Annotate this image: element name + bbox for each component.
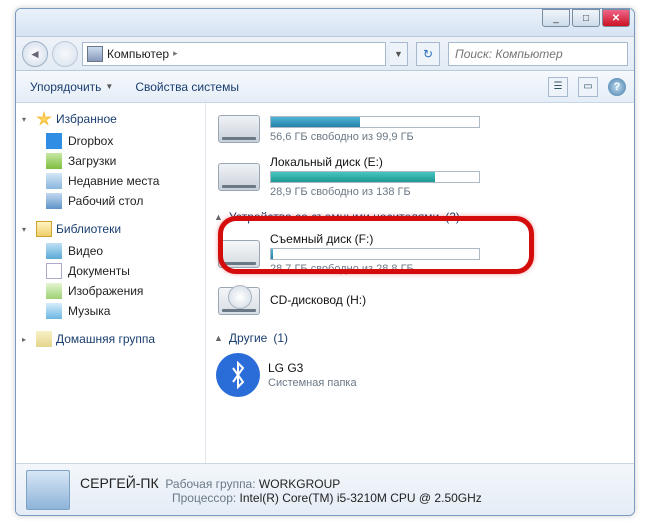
- sidebar-item-desktop[interactable]: Рабочий стол: [20, 191, 201, 211]
- drive-name: Локальный диск (E:): [270, 155, 624, 169]
- group-label: Устройства со съемными носителями: [229, 210, 439, 224]
- favorites-label: Избранное: [56, 112, 117, 126]
- titlebar: _ □ ✕: [16, 9, 634, 37]
- sidebar-item-documents[interactable]: Документы: [20, 261, 201, 281]
- sidebar-item-label: Dropbox: [68, 134, 113, 148]
- device-name: LG G3: [268, 361, 624, 375]
- documents-icon: [46, 263, 62, 279]
- sidebar-item-images[interactable]: Изображения: [20, 281, 201, 301]
- video-icon: [46, 243, 62, 259]
- content-pane[interactable]: 56,6 ГБ свободно из 99,9 ГБ Локальный ди…: [206, 103, 634, 463]
- collapse-icon: ▲: [214, 333, 223, 343]
- organize-button[interactable]: Упорядочить ▼: [24, 78, 119, 96]
- drive-item[interactable]: 56,6 ГБ свободно из 99,9 ГБ: [214, 107, 626, 151]
- status-title: СЕРГЕЙ-ПК: [80, 475, 159, 491]
- collapse-icon: ▾: [22, 225, 32, 234]
- explorer-window: _ □ ✕ ◄ Компьютер ▸ ▼ ↻ Упорядочить ▼ Св…: [15, 8, 635, 516]
- homegroup-header[interactable]: ▸ Домашняя группа: [20, 329, 201, 351]
- expand-icon: ▸: [22, 335, 32, 344]
- search-input[interactable]: [448, 42, 628, 66]
- group-label: Другие: [229, 331, 267, 345]
- workgroup-label: Рабочая группа:: [165, 477, 255, 491]
- breadcrumb-sep-icon: ▸: [173, 48, 178, 59]
- hdd-icon: [216, 159, 262, 195]
- drive-free-text: 28,7 ГБ свободно из 28,8 ГБ: [270, 263, 624, 275]
- preview-pane-button[interactable]: ▭: [578, 77, 598, 97]
- organize-label: Упорядочить: [30, 80, 101, 94]
- bluetooth-icon: [216, 353, 260, 397]
- back-button[interactable]: ◄: [22, 41, 48, 67]
- chevron-down-icon: ▼: [105, 82, 113, 91]
- cpu-value: Intel(R) Core(TM) i5-3210M CPU @ 2.50GHz: [240, 491, 482, 505]
- desktop-icon: [46, 193, 62, 209]
- cd-drive-icon: [216, 283, 262, 319]
- dropbox-icon: [46, 133, 62, 149]
- minimize-button[interactable]: _: [542, 9, 570, 27]
- address-dropdown-button[interactable]: ▼: [390, 42, 408, 66]
- libraries-label: Библиотеки: [56, 222, 121, 236]
- cpu-label: Процессор:: [172, 491, 236, 505]
- sidebar-item-dropbox[interactable]: Dropbox: [20, 131, 201, 151]
- device-item-lg-g3[interactable]: LG G3 Системная папка: [214, 349, 626, 401]
- close-button[interactable]: ✕: [602, 9, 630, 27]
- downloads-icon: [46, 153, 62, 169]
- device-subtitle: Системная папка: [268, 377, 624, 389]
- sidebar-item-label: Загрузки: [68, 154, 116, 168]
- star-icon: [36, 111, 52, 127]
- music-icon: [46, 303, 62, 319]
- group-other[interactable]: ▲ Другие (1): [214, 323, 626, 349]
- computer-thumb-icon: [26, 470, 70, 510]
- drive-item-cd[interactable]: CD-дисковод (H:): [214, 279, 626, 323]
- group-count: (2): [445, 210, 460, 224]
- libraries-header[interactable]: ▾ Библиотеки: [20, 219, 201, 241]
- drive-item-e[interactable]: Локальный диск (E:) 28,9 ГБ свободно из …: [214, 151, 626, 202]
- sidebar-item-music[interactable]: Музыка: [20, 301, 201, 321]
- nav-row: ◄ Компьютер ▸ ▼ ↻: [16, 37, 634, 71]
- libraries-group: ▾ Библиотеки Видео Документы Изображения…: [20, 219, 201, 321]
- system-properties-button[interactable]: Свойства системы: [129, 78, 245, 96]
- recent-icon: [46, 173, 62, 189]
- removable-disk-icon: [216, 236, 262, 272]
- maximize-button[interactable]: □: [572, 9, 600, 27]
- library-icon: [36, 221, 52, 237]
- drive-free-text: 56,6 ГБ свободно из 99,9 ГБ: [270, 131, 624, 143]
- homegroup-label: Домашняя группа: [56, 332, 155, 346]
- drive-name: Съемный диск (F:): [270, 232, 624, 246]
- view-mode-button[interactable]: ☰: [548, 77, 568, 97]
- group-count: (1): [273, 331, 288, 345]
- sidebar-item-label: Музыка: [68, 304, 110, 318]
- sidebar-item-label: Недавние места: [68, 174, 159, 188]
- collapse-icon: ▾: [22, 115, 32, 124]
- sidebar-item-label: Изображения: [68, 284, 143, 298]
- nav-pane[interactable]: ▾ Избранное Dropbox Загрузки Недавние ме…: [16, 103, 206, 463]
- homegroup-group: ▸ Домашняя группа: [20, 329, 201, 351]
- computer-icon: [87, 46, 103, 62]
- workgroup-value: WORKGROUP: [259, 477, 340, 491]
- breadcrumb: Компьютер: [107, 47, 169, 61]
- drive-item-f[interactable]: Съемный диск (F:) 28,7 ГБ свободно из 28…: [214, 228, 626, 279]
- body: ▾ Избранное Dropbox Загрузки Недавние ме…: [16, 103, 634, 463]
- homegroup-icon: [36, 331, 52, 347]
- sidebar-item-downloads[interactable]: Загрузки: [20, 151, 201, 171]
- images-icon: [46, 283, 62, 299]
- sidebar-item-label: Рабочий стол: [68, 194, 143, 208]
- sidebar-item-recent[interactable]: Недавние места: [20, 171, 201, 191]
- refresh-button[interactable]: ↻: [416, 42, 440, 66]
- details-pane: СЕРГЕЙ-ПК Рабочая группа: WORKGROUP Проц…: [16, 463, 634, 515]
- forward-button[interactable]: [52, 41, 78, 67]
- favorites-group: ▾ Избранное Dropbox Загрузки Недавние ме…: [20, 109, 201, 211]
- sidebar-item-video[interactable]: Видео: [20, 241, 201, 261]
- collapse-icon: ▲: [214, 212, 223, 222]
- sidebar-item-label: Документы: [68, 264, 130, 278]
- drive-free-text: 28,9 ГБ свободно из 138 ГБ: [270, 186, 624, 198]
- group-removable[interactable]: ▲ Устройства со съемными носителями (2): [214, 202, 626, 228]
- hdd-icon: [216, 111, 262, 147]
- sidebar-item-label: Видео: [68, 244, 103, 258]
- drive-name: CD-дисковод (H:): [270, 293, 624, 307]
- address-bar[interactable]: Компьютер ▸: [82, 42, 386, 66]
- help-button[interactable]: ?: [608, 78, 626, 96]
- toolbar: Упорядочить ▼ Свойства системы ☰ ▭ ?: [16, 71, 634, 103]
- favorites-header[interactable]: ▾ Избранное: [20, 109, 201, 131]
